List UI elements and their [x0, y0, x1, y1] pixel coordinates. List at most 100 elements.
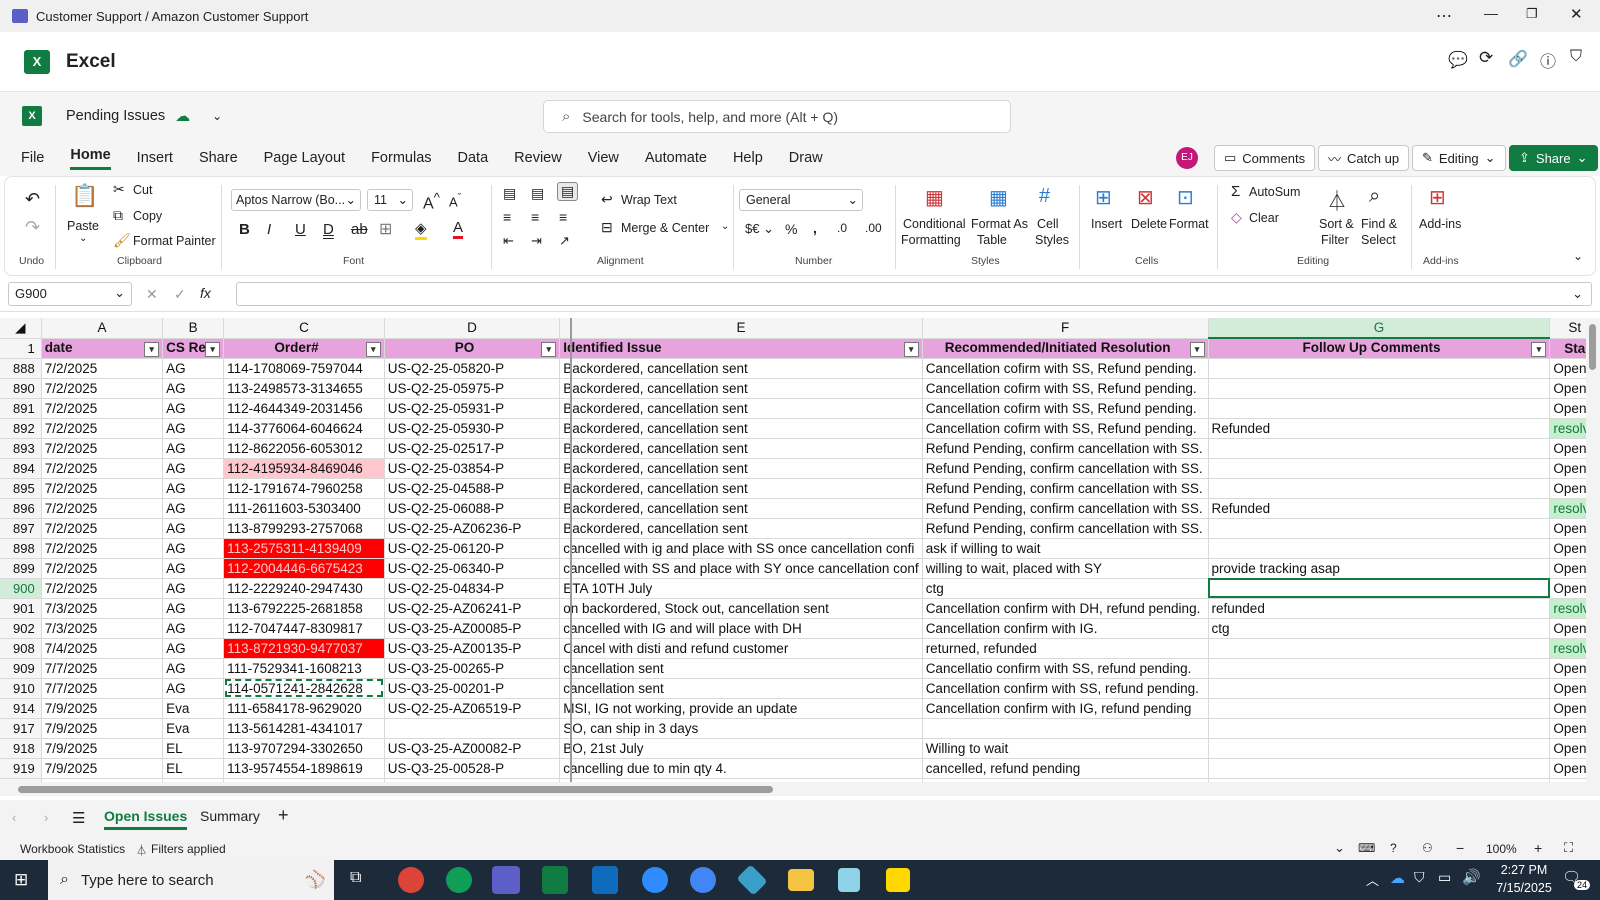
cell-cs[interactable]: AG	[162, 418, 225, 439]
cell-issue[interactable]: BO, 21st July	[559, 738, 923, 759]
cell-res[interactable]: cancelled, refund pending	[922, 758, 1209, 779]
cell-res[interactable]: ask if willing to wait	[922, 538, 1209, 559]
cell-res[interactable]: willing to wait, placed with SY	[922, 558, 1209, 579]
tab-home[interactable]: Home	[70, 147, 111, 170]
cell-cs[interactable]: AG	[162, 598, 225, 619]
cell-follow[interactable]: refunded	[1208, 598, 1551, 619]
feedback-icon[interactable]: ⚇	[1422, 841, 1433, 855]
cell-order[interactable]: 114-1708069-7597044	[223, 358, 385, 379]
find-select-sub[interactable]: Select	[1361, 233, 1396, 247]
undo-icon[interactable]: ↶	[25, 189, 40, 210]
sort-filter-button[interactable]: Sort &	[1319, 217, 1354, 231]
row-number[interactable]: 918	[0, 738, 42, 759]
cell-cs[interactable]: AG	[162, 678, 225, 699]
cell-cs[interactable]: AG	[162, 438, 225, 459]
cell-order[interactable]: 112-2229240-2947430	[223, 578, 385, 599]
cell-cs[interactable]: AG	[162, 458, 225, 479]
cell-order[interactable]: 112-4195934-8469046	[223, 458, 385, 479]
cell-date[interactable]: 7/2/2025	[41, 378, 164, 399]
tab-formulas[interactable]: Formulas	[371, 150, 431, 166]
cancel-entry-icon[interactable]: ✕	[146, 286, 158, 303]
cell-styles-button[interactable]: Cell	[1037, 217, 1059, 231]
shield-icon[interactable]: ⛉	[1570, 48, 1582, 66]
zoom-out-icon[interactable]: −	[1456, 840, 1464, 856]
paste-button[interactable]: Paste	[67, 219, 99, 233]
next-sheet-icon[interactable]: ›	[44, 810, 48, 825]
row-number[interactable]: 899	[0, 558, 42, 579]
sort-filter-icon[interactable]: ⏃	[1327, 185, 1347, 214]
column-letter[interactable]: C	[223, 318, 385, 339]
notes-app-icon[interactable]	[838, 868, 860, 892]
refresh-icon[interactable]: ⟳	[1479, 48, 1493, 68]
row-number[interactable]: 896	[0, 498, 42, 519]
tab-draw[interactable]: Draw	[789, 150, 823, 166]
cell-date[interactable]: 7/9/2025	[41, 718, 164, 739]
cell-po[interactable]: US-Q2-25-04834-P	[384, 578, 561, 599]
cell-date[interactable]: 7/2/2025	[41, 358, 164, 379]
cell-follow[interactable]	[1208, 518, 1551, 539]
cell-issue[interactable]: cancelled with ig and place with SS once…	[559, 538, 923, 559]
cell-po[interactable]: US-Q3-25-AZ00135-P	[384, 638, 561, 659]
cell-po[interactable]: US-Q2-25-06340-P	[384, 558, 561, 579]
close-button[interactable]: ✕	[1570, 5, 1583, 23]
cell-issue[interactable]: cancelled with SS and place with SY once…	[559, 558, 923, 579]
teams-taskbar-icon[interactable]	[492, 866, 520, 894]
cell-res[interactable]: Cancellation confirm with DH, refund pen…	[922, 598, 1209, 619]
cell-date[interactable]: 7/2/2025	[41, 398, 164, 419]
cell-issue[interactable]: cancelled with IG and will place with DH	[559, 618, 923, 639]
percent-icon[interactable]: %	[785, 221, 797, 237]
cell-follow[interactable]	[1208, 658, 1551, 679]
decrease-decimal-icon[interactable]: .00	[865, 221, 882, 235]
cell-po[interactable]: US-Q2-25-05931-P	[384, 398, 561, 419]
format-painter-icon[interactable]: 🖌	[113, 232, 131, 249]
cell-po[interactable]: US-Q2-25-AZ06241-P	[384, 598, 561, 619]
cut-icon[interactable]: ✂	[113, 181, 125, 198]
filter-dropdown-icon[interactable]: ▾	[144, 341, 160, 357]
add-sheet-button[interactable]: +	[278, 805, 289, 826]
cell-follow[interactable]: Refunded	[1208, 498, 1551, 519]
wrap-text-icon[interactable]: ↩	[601, 191, 613, 208]
cell-order[interactable]: 113-5614281-4341017	[223, 718, 385, 739]
column-header[interactable]: ▾ Recommended/Initiated Resolution	[922, 338, 1209, 359]
cell-res[interactable]: Cancellation cofirm with SS, Refund pend…	[922, 418, 1209, 439]
cell-date[interactable]: 7/2/2025	[41, 478, 164, 499]
cell-date[interactable]: 7/4/2025	[41, 638, 164, 659]
cell-cs[interactable]: AG	[162, 618, 225, 639]
cell-follow[interactable]	[1208, 358, 1551, 379]
cell-styles-sub[interactable]: Styles	[1035, 233, 1069, 247]
cell-follow[interactable]: ctg	[1208, 618, 1551, 639]
cell-follow[interactable]	[1208, 698, 1551, 719]
cell-follow[interactable]	[1208, 678, 1551, 699]
row-number[interactable]: 902	[0, 618, 42, 639]
sort-filter-sub[interactable]: Filter	[1321, 233, 1349, 247]
column-header[interactable]: ▾ date	[41, 338, 164, 359]
cell-date[interactable]: 7/2/2025	[41, 498, 164, 519]
clear-button[interactable]: Clear	[1249, 211, 1279, 225]
tab-help[interactable]: Help	[733, 150, 763, 166]
cell-order[interactable]: 113-8799293-2757068	[223, 518, 385, 539]
cell-po[interactable]	[384, 718, 561, 739]
format-as-table-icon[interactable]: ▦	[989, 185, 1008, 210]
align-center-icon[interactable]: ≡	[531, 209, 539, 225]
autosum-button[interactable]: AutoSum	[1249, 185, 1300, 199]
font-size-select[interactable]: 11 ⌄	[367, 189, 413, 211]
filter-dropdown-icon[interactable]: ▾	[541, 341, 557, 357]
cell-po[interactable]: US-Q3-25-AZ00085-P	[384, 618, 561, 639]
row-number[interactable]: 910	[0, 678, 42, 699]
cut-button[interactable]: Cut	[133, 183, 152, 197]
tab-review[interactable]: Review	[514, 150, 562, 166]
windows-start-icon[interactable]: ⊞	[14, 870, 28, 890]
cell-cs[interactable]: AG	[162, 518, 225, 539]
cell-follow[interactable]	[1208, 398, 1551, 419]
cell-date[interactable]: 7/3/2025	[41, 598, 164, 619]
column-header[interactable]: ▾ Order#	[223, 338, 385, 359]
cell-po[interactable]: US-Q2-25-04588-P	[384, 478, 561, 499]
cell-issue[interactable]: Backordered, cancellation sent	[559, 398, 923, 419]
decrease-font-icon[interactable]: Aˇ	[449, 192, 461, 209]
clear-icon[interactable]: ◇	[1231, 209, 1242, 226]
chrome-icon[interactable]	[398, 867, 424, 893]
increase-font-icon[interactable]: A^	[423, 190, 440, 213]
increase-decimal-icon[interactable]: .0	[837, 221, 847, 235]
cell-order[interactable]: 112-1791674-7960258	[223, 478, 385, 499]
show-hidden-icon[interactable]: ︿	[1366, 870, 1379, 889]
